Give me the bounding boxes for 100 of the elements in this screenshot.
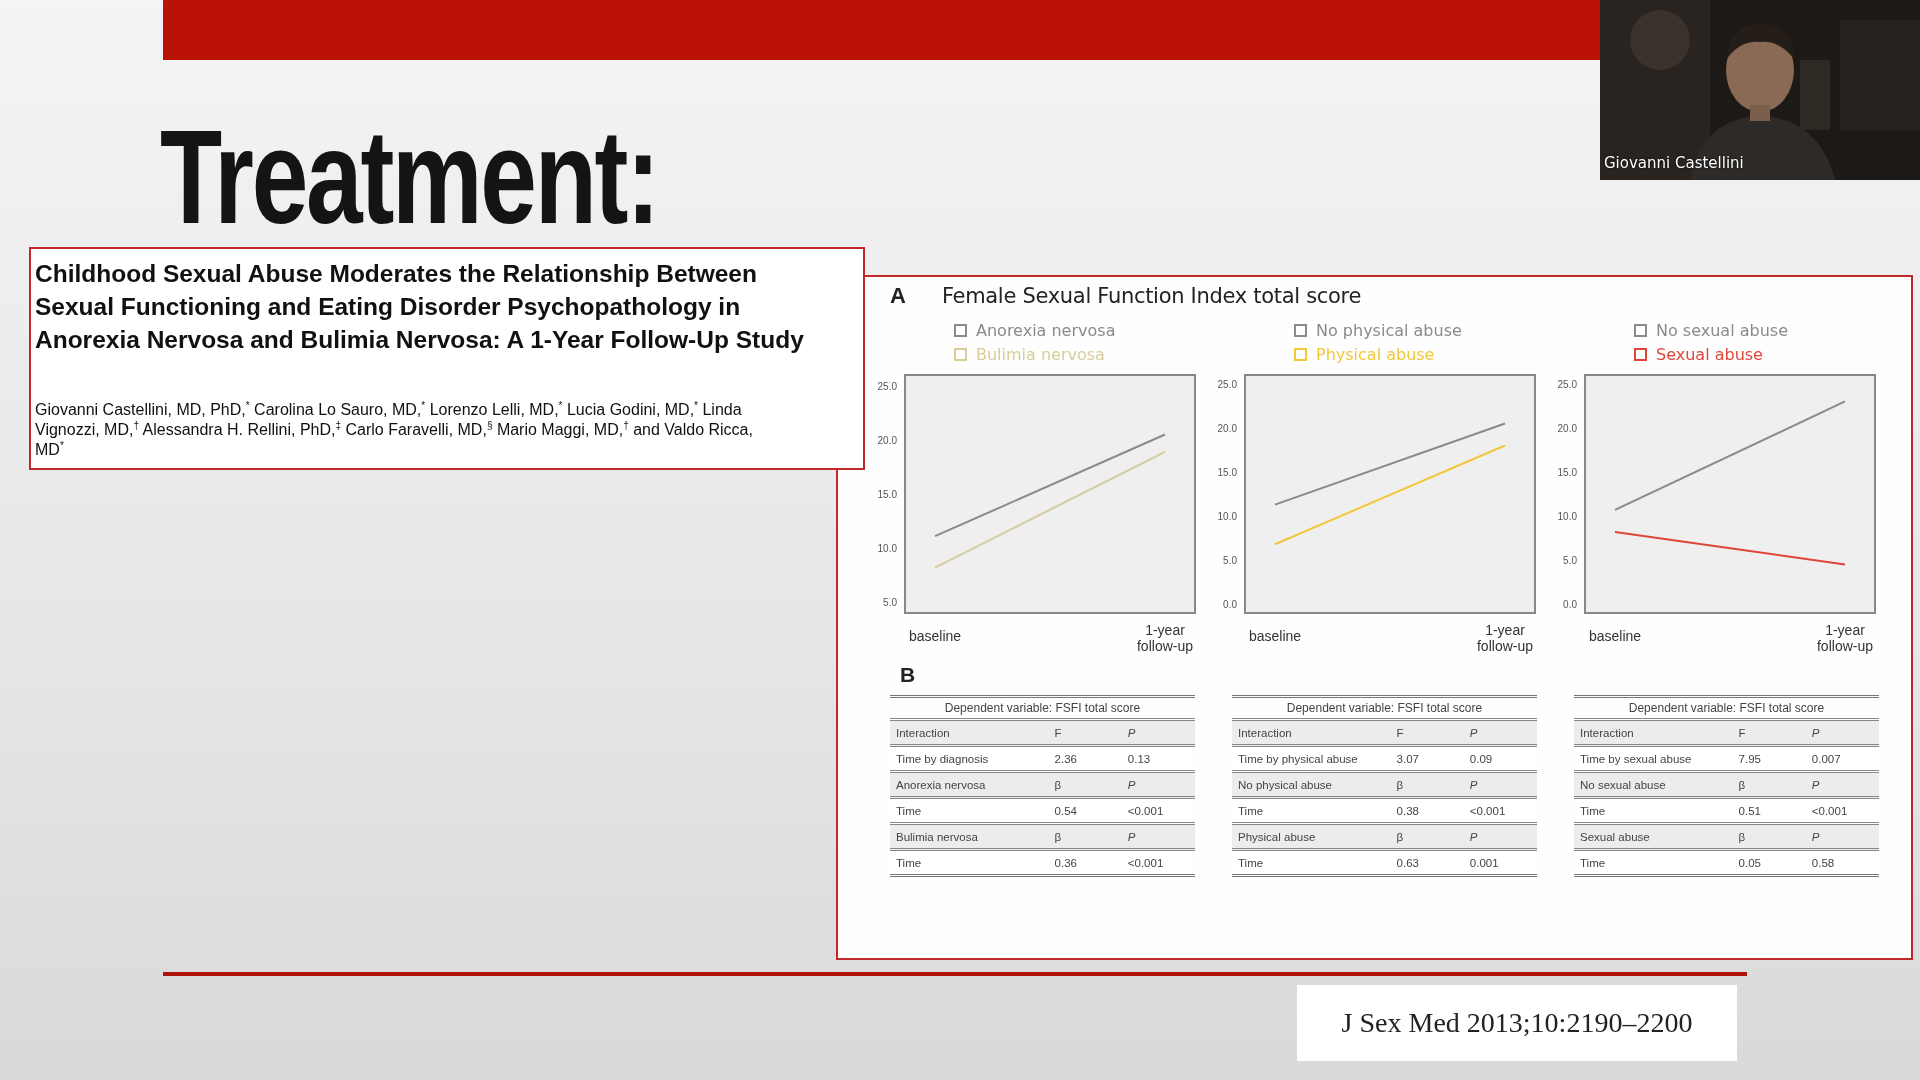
legend-swatch-icon: [1634, 348, 1647, 361]
table-cell: Anorexia nervosa: [890, 771, 1049, 798]
table-cell: Time: [1574, 797, 1733, 824]
tick-label: 5.0: [1223, 555, 1237, 567]
tick-label: 20.0: [1217, 422, 1237, 434]
tick-label: 10.0: [1217, 511, 1237, 523]
table-cell: Time: [1232, 849, 1391, 876]
legend-swatch-icon: [954, 348, 967, 361]
table-cell: F: [1048, 719, 1122, 746]
table-caption: Dependent variable: FSFI total score: [1627, 700, 1826, 717]
table-cell: No sexual abuse: [1574, 771, 1733, 798]
table-cell: 0.001: [1463, 849, 1537, 876]
table-cell: 0.51: [1732, 797, 1806, 824]
author-list: Giovanni Castellini, MD, PhD,$^{*}$ Carolina Lo Sauro, MD,$^{*}$ Lorenzo Lelli, MD,$^{*}$ Lucia Godini, MD,$^{*}$ Linda Vignozzi, MD,$^{†}$ Alessandra H. Rellini, PhD,$^{‡}$ Carlo Faravelli, MD,$^{§}$ Mario Maggi, MD,$^{†}$ and Valdo Ricca, MD$^{*}$: [35, 400, 770, 460]
table-cell: β: [1732, 823, 1806, 850]
participant-name: Giovanni Castellini: [1604, 154, 1744, 172]
table-cell: 0.36: [1048, 849, 1122, 876]
legend-label: Physical abuse: [1316, 345, 1435, 364]
table-cell: β: [1732, 771, 1806, 798]
paper-title: Childhood Sexual Abuse Moderates the Relationship Between Sexual Functioning and Eating Disorder Psychopathology in Anorexia Nervosa and Bulimia Nervosa: A 1-Year Follow-Up Study: [35, 259, 805, 355]
table-cell: Time by diagnosis: [890, 745, 1049, 772]
table-cell: F: [1390, 719, 1464, 746]
table-cell: 0.05: [1732, 849, 1806, 876]
tick-label: 20.0: [877, 434, 897, 446]
slide-title: Treatment:: [160, 122, 658, 232]
tick-label: 5.0: [883, 597, 897, 609]
table-cell: 0.58: [1805, 849, 1879, 876]
tick-label: 15.0: [1557, 466, 1577, 478]
tick-label: 25.0: [877, 380, 897, 392]
table-cell: Bulimia nervosa: [890, 823, 1049, 850]
legend-label: Anorexia nervosa: [976, 321, 1116, 340]
tick-label: 10.0: [877, 543, 897, 555]
legend-swatch-icon: [1294, 324, 1307, 337]
legend-swatch-icon: [954, 324, 967, 337]
legend-label: No sexual abuse: [1656, 321, 1788, 340]
table-cell: β: [1390, 771, 1464, 798]
legend-label: Sexual abuse: [1656, 345, 1763, 364]
table-cell: P: [1121, 719, 1195, 746]
legend-swatch-icon: [1634, 324, 1647, 337]
table-cell: Interaction: [1232, 719, 1391, 746]
table-cell: P: [1805, 823, 1879, 850]
tick-label: 5.0: [1563, 555, 1577, 567]
table-cell: 2.36: [1048, 745, 1122, 772]
table-cell: Interaction: [1574, 719, 1733, 746]
category-label: baseline: [1588, 628, 1642, 644]
table-cell: Time: [1574, 849, 1733, 876]
table-cell: P: [1121, 771, 1195, 798]
table-cell: β: [1048, 771, 1122, 798]
tick-label: 20.0: [1557, 422, 1577, 434]
table-caption: Dependent variable: FSFI total score: [943, 700, 1142, 717]
table-cell: 0.38: [1390, 797, 1464, 824]
category-label: 1-year follow-up: [1477, 622, 1533, 654]
table-cell: 0.54: [1048, 797, 1122, 824]
table-cell: 0.63: [1390, 849, 1464, 876]
tick-label: 0.0: [1223, 599, 1237, 611]
table-cell: P: [1121, 823, 1195, 850]
table-cell: 0.13: [1121, 745, 1195, 772]
table-cell: F: [1732, 719, 1806, 746]
legend-label: No physical abuse: [1316, 321, 1462, 340]
table-cell: P: [1463, 719, 1537, 746]
table-cell: Time by physical abuse: [1232, 745, 1391, 772]
table-cell: Time by sexual abuse: [1574, 745, 1733, 772]
table-cell: P: [1805, 719, 1879, 746]
table-cell: β: [1390, 823, 1464, 850]
table-caption: Dependent variable: FSFI total score: [1285, 700, 1484, 717]
table-cell: 7.95: [1732, 745, 1806, 772]
table-cell: Sexual abuse: [1574, 823, 1733, 850]
table-cell: P: [1463, 823, 1537, 850]
table-cell: 0.007: [1805, 745, 1879, 772]
panel-label: A: [890, 283, 906, 309]
tick-label: 15.0: [1217, 466, 1237, 478]
category-label: baseline: [908, 628, 962, 644]
citation: J Sex Med 2013;10:2190–2200: [1297, 985, 1737, 1061]
table-cell: <0.001: [1121, 797, 1195, 824]
category-label: 1-year follow-up: [1137, 622, 1193, 654]
table-cell: P: [1463, 771, 1537, 798]
category-label: 1-year follow-up: [1817, 622, 1873, 654]
table-cell: Time: [890, 797, 1049, 824]
table-cell: Physical abuse: [1232, 823, 1391, 850]
table-cell: <0.001: [1805, 797, 1879, 824]
table-cell: 0.09: [1463, 745, 1537, 772]
table-cell: <0.001: [1121, 849, 1195, 876]
table-cell: Interaction: [890, 719, 1049, 746]
figure-title: Female Sexual Function Index total score: [941, 284, 1362, 308]
tick-label: 25.0: [1217, 378, 1237, 390]
tick-label: 0.0: [1563, 599, 1577, 611]
category-label: baseline: [1248, 628, 1302, 644]
legend-label: Bulimia nervosa: [976, 345, 1105, 364]
table-cell: Time: [1232, 797, 1391, 824]
table-cell: 3.07: [1390, 745, 1464, 772]
table-cell: <0.001: [1463, 797, 1537, 824]
legend-swatch-icon: [1294, 348, 1307, 361]
table-cell: No physical abuse: [1232, 771, 1391, 798]
table-cell: Time: [890, 849, 1049, 876]
panel-label: B: [900, 663, 917, 687]
table-cell: P: [1805, 771, 1879, 798]
table-cell: β: [1048, 823, 1122, 850]
tick-label: 10.0: [1557, 511, 1577, 523]
tick-label: 25.0: [1557, 378, 1577, 390]
tick-label: 15.0: [877, 489, 897, 500]
